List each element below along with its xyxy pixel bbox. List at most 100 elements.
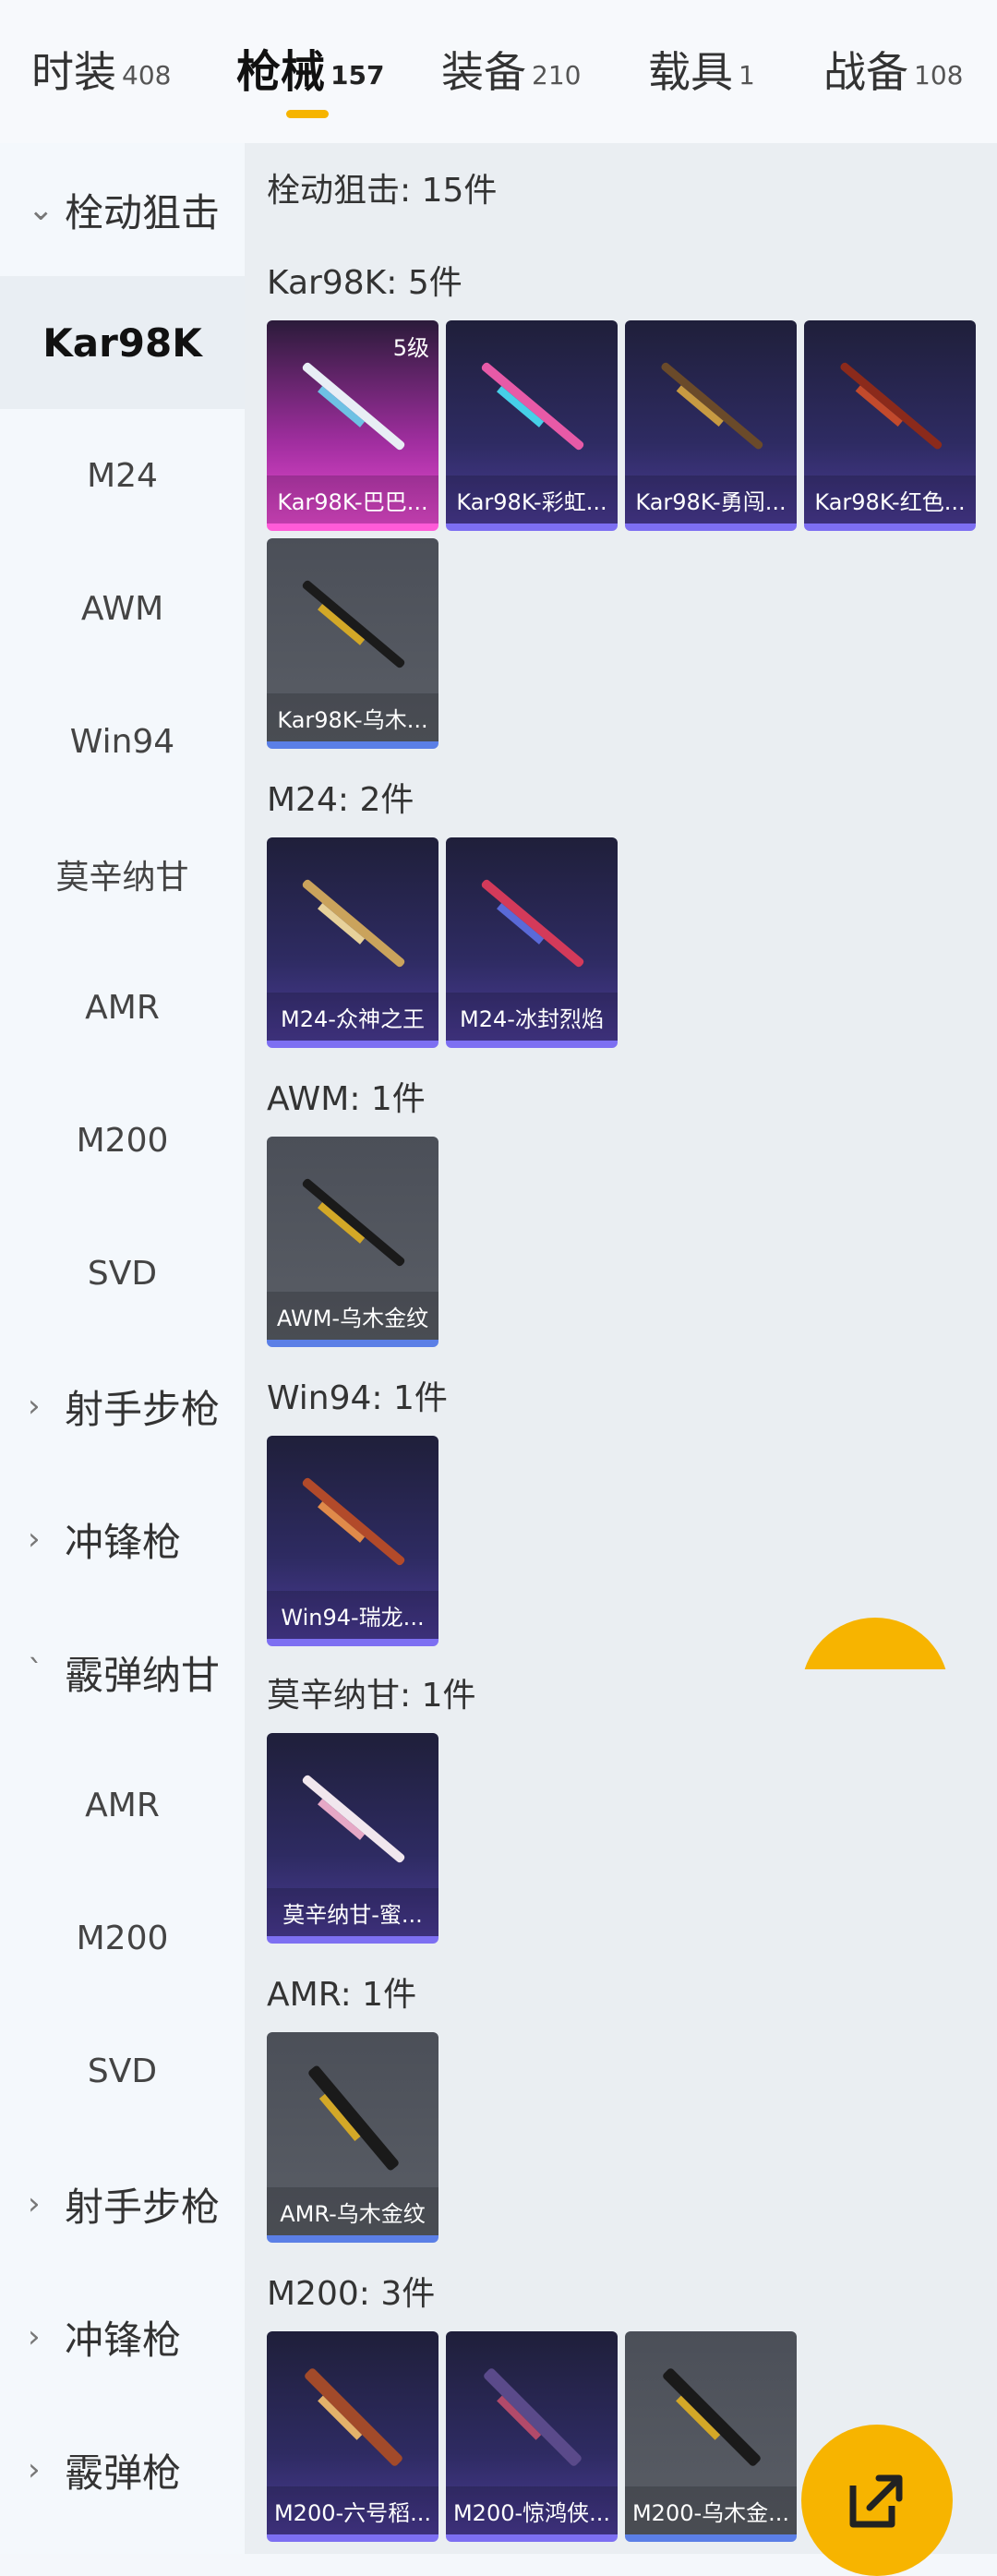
- tab-label: 战备: [823, 47, 908, 97]
- tab-equipment[interactable]: 装备 210: [441, 44, 581, 100]
- skin-name: Kar98K-勇闯...: [625, 475, 797, 524]
- sidebar-item-win94[interactable]: Win94: [0, 675, 245, 808]
- rifle-icon: [481, 879, 584, 968]
- tab-label: 装备: [441, 47, 526, 97]
- sidebar-item-label: M200: [76, 1121, 169, 1160]
- skin-name: Kar98K-巴巴...: [267, 475, 438, 524]
- chevron-down-icon: ⌄: [28, 191, 54, 228]
- sidebar-group-glitch[interactable]: ˋ 霰弹纳甘: [0, 1606, 245, 1739]
- category-heading: AMR: 1件: [267, 1976, 417, 2014]
- skin-card[interactable]: M24-冰封烈焰: [446, 837, 618, 1048]
- skin-name: Kar98K-红色...: [804, 475, 976, 524]
- skin-card[interactable]: Kar98K-彩虹...: [446, 320, 618, 531]
- category-heading: Kar98K: 5件: [267, 264, 462, 302]
- rifle-icon: [840, 362, 943, 450]
- skin-name: M200-六号稻...: [267, 2486, 438, 2534]
- sidebar-item-label: 莫辛纳甘: [55, 859, 189, 897]
- tab-battle-supplies[interactable]: 战备 108: [823, 44, 963, 100]
- weapon-skin-list: 栓动狙击: 15件 Kar98K: 5件 5级 Kar98K-巴巴... Kar…: [245, 143, 997, 2554]
- rifle-icon: [661, 362, 763, 450]
- skin-name: M24-冰封烈焰: [446, 993, 618, 1041]
- skin-name: Win94-瑞龙...: [267, 1591, 438, 1639]
- skin-card[interactable]: Kar98K-红色...: [804, 320, 976, 531]
- chevron-right-icon: ›: [28, 1388, 41, 1425]
- skin-card[interactable]: M200-乌木金...: [625, 2331, 797, 2542]
- skin-name: M200-乌木金...: [625, 2486, 797, 2534]
- sidebar-item-label: Kar98K: [42, 319, 202, 366]
- skin-card[interactable]: Kar98K-乌木...: [267, 538, 438, 749]
- tab-count: 157: [330, 60, 385, 90]
- skin-card[interactable]: M200-六号稻...: [267, 2331, 438, 2542]
- skin-card[interactable]: Kar98K-勇闯...: [625, 320, 797, 531]
- sidebar-item-m200[interactable]: M200: [0, 1872, 245, 2004]
- tab-label: 枪械: [236, 46, 326, 98]
- sidebar-group-dmr[interactable]: › 射手步枪: [0, 2137, 245, 2270]
- tab-count: 1: [739, 60, 755, 90]
- rifle-icon: [302, 362, 405, 451]
- skin-name: AWM-乌木金纹: [267, 1292, 438, 1340]
- rifle-icon: [308, 2065, 399, 2171]
- active-tab-indicator: [286, 110, 329, 118]
- skin-card[interactable]: M24-众神之王: [267, 837, 438, 1048]
- tab-count: 408: [122, 60, 172, 90]
- sidebar-group-shotgun[interactable]: › 霰弹枪: [0, 2403, 245, 2536]
- sidebar-item-label: 射手步枪: [65, 2184, 221, 2230]
- chevron-icon: ˋ: [28, 1654, 43, 1691]
- skin-card[interactable]: Win94-瑞龙...: [267, 1436, 438, 1646]
- sidebar-group-dmr[interactable]: › 射手步枪: [0, 1340, 245, 1473]
- skin-name: Kar98K-彩虹...: [446, 475, 618, 524]
- sidebar-item-label: 霰弹枪: [65, 2450, 182, 2496]
- chevron-right-icon: ›: [28, 2451, 41, 2488]
- sidebar-item-m24[interactable]: M24: [0, 409, 245, 542]
- sidebar-item-amr[interactable]: AMR: [0, 941, 245, 1074]
- sidebar-item-label: Win94: [69, 722, 175, 761]
- skin-card[interactable]: AMR-乌木金纹: [267, 2032, 438, 2243]
- tab-firearms[interactable]: 枪械 157: [236, 44, 384, 100]
- sidebar-item-svd[interactable]: SVD: [0, 1207, 245, 1340]
- sidebar-item-label: AWM: [80, 589, 164, 628]
- rifle-icon: [302, 1775, 405, 1863]
- skin-name: M24-众神之王: [267, 993, 438, 1041]
- sidebar-item-label: AMR: [85, 988, 160, 1027]
- sidebar-item-label: 冲锋枪: [65, 1519, 182, 1565]
- sidebar-item-amr[interactable]: AMR: [0, 1739, 245, 1872]
- rifle-icon: [484, 2368, 582, 2466]
- tab-label: 载具: [648, 47, 733, 97]
- skin-name: 莫辛纳甘-蜜...: [267, 1888, 438, 1936]
- sidebar-item-awm[interactable]: AWM: [0, 542, 245, 675]
- sidebar-item-label: M24: [87, 456, 158, 495]
- category-heading: 莫辛纳甘: 1件: [267, 1677, 476, 1715]
- tab-count: 210: [532, 60, 582, 90]
- sidebar-item-mosin[interactable]: 莫辛纳甘: [0, 808, 245, 941]
- sidebar-group-bolt-action[interactable]: ⌄ 栓动狙击: [0, 143, 245, 276]
- tab-vehicles[interactable]: 载具 1: [648, 44, 755, 100]
- rifle-icon: [305, 2368, 402, 2466]
- share-icon: [849, 2474, 903, 2528]
- sidebar-group-smg[interactable]: › 冲锋枪: [0, 1473, 245, 1606]
- skin-card[interactable]: M200-惊鸿侠...: [446, 2331, 618, 2542]
- chevron-right-icon: ›: [28, 2185, 41, 2222]
- category-heading: M24: 2件: [267, 781, 414, 819]
- category-heading: M200: 3件: [267, 2275, 436, 2313]
- skin-name: M200-惊鸿侠...: [446, 2486, 618, 2534]
- section-title: 栓动狙击: 15件: [267, 172, 498, 210]
- skin-card[interactable]: 5级 Kar98K-巴巴...: [267, 320, 438, 531]
- rifle-icon: [481, 362, 584, 451]
- skin-card[interactable]: AWM-乌木金纹: [267, 1137, 438, 1347]
- sidebar-item-m200[interactable]: M200: [0, 1074, 245, 1207]
- share-button[interactable]: [801, 2425, 953, 2576]
- sidebar-item-label: 射手步枪: [65, 1386, 221, 1432]
- rifle-icon: [302, 1178, 405, 1267]
- sidebar-group-smg[interactable]: › 冲锋枪: [0, 2270, 245, 2403]
- sidebar-item-label: M200: [76, 1919, 169, 1957]
- rifle-icon: [302, 580, 405, 668]
- skin-card[interactable]: 莫辛纳甘-蜜...: [267, 1733, 438, 1944]
- sidebar-item-kar98k[interactable]: Kar98K: [0, 276, 245, 409]
- sidebar-item-label: 霰弹纳甘: [65, 1652, 221, 1698]
- category-tabs: 时装 408 枪械 157 装备 210 载具 1 战备 108: [0, 0, 997, 143]
- chevron-right-icon: ›: [28, 2318, 41, 2355]
- sidebar-item-svd[interactable]: SVD: [0, 2004, 245, 2137]
- category-heading: AWM: 1件: [267, 1080, 426, 1118]
- rifle-icon: [663, 2368, 761, 2466]
- tab-fashion[interactable]: 时装 408: [31, 44, 171, 100]
